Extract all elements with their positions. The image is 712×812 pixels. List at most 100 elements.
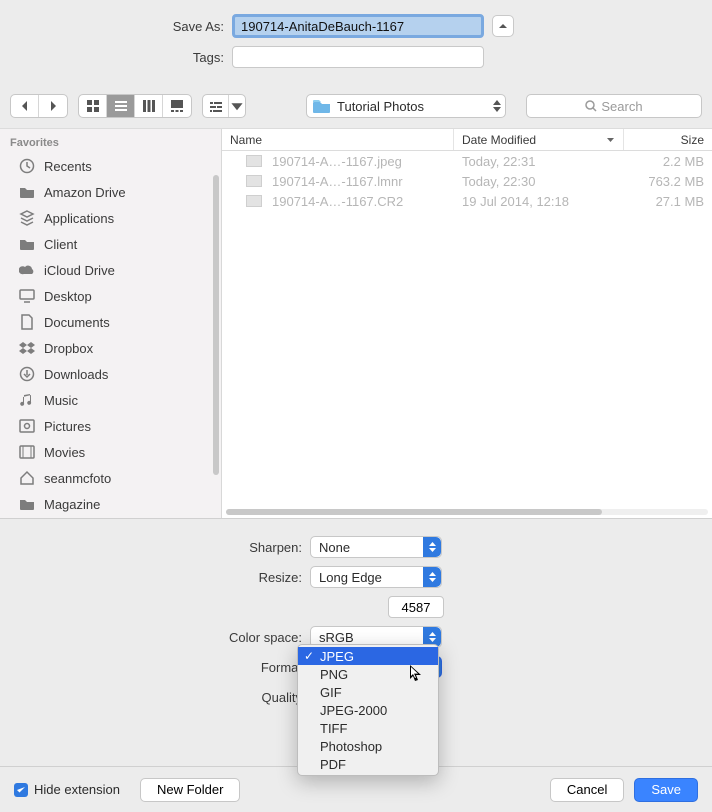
sidebar-item-movies[interactable]: Movies bbox=[0, 439, 221, 465]
pictures-icon bbox=[18, 418, 36, 434]
file-row[interactable]: 190714-A…-1167.lmnr Today, 22:30763.2 MB bbox=[222, 171, 712, 191]
down-icon bbox=[493, 106, 501, 112]
sidebar-header: Favorites bbox=[0, 129, 221, 153]
clock-icon bbox=[18, 158, 36, 174]
resize-select[interactable]: Long Edge bbox=[310, 566, 442, 588]
hide-extension-checkbox[interactable]: Hide extension bbox=[14, 782, 120, 797]
cursor-icon bbox=[410, 665, 424, 686]
sidebar-scrollbar[interactable] bbox=[213, 175, 219, 475]
sidebar-item-label: Amazon Drive bbox=[44, 185, 126, 200]
chevron-right-icon bbox=[46, 99, 60, 113]
home-icon bbox=[18, 470, 36, 486]
folder-icon bbox=[18, 236, 36, 252]
tags-input[interactable] bbox=[232, 46, 484, 68]
sidebar-item-client[interactable]: Client bbox=[0, 231, 221, 257]
saveas-input[interactable] bbox=[232, 14, 484, 38]
sidebar-item-documents[interactable]: Documents bbox=[0, 309, 221, 335]
settings-icon bbox=[209, 99, 223, 113]
file-name: 190714-A…-1167.lmnr bbox=[272, 174, 403, 189]
sidebar-item-dropbox[interactable]: Dropbox bbox=[0, 335, 221, 361]
format-option-pdf[interactable]: PDF bbox=[298, 755, 438, 773]
quality-label: Quality bbox=[10, 690, 310, 705]
desktop-icon bbox=[18, 288, 36, 304]
music-icon bbox=[18, 392, 36, 408]
check-icon bbox=[16, 785, 26, 795]
view-columns-button[interactable] bbox=[135, 95, 163, 117]
forward-button[interactable] bbox=[39, 95, 67, 117]
doc-icon bbox=[18, 314, 36, 330]
file-list-header: Name Date Modified Size bbox=[222, 129, 712, 151]
format-option-jpeg-2000[interactable]: JPEG-2000 bbox=[298, 701, 438, 719]
format-option-tiff[interactable]: TIFF bbox=[298, 719, 438, 737]
sidebar-item-applications[interactable]: Applications bbox=[0, 205, 221, 231]
sidebar-item-label: Desktop bbox=[44, 289, 92, 304]
sharpen-label: Sharpen: bbox=[10, 540, 310, 555]
view-gallery-button[interactable] bbox=[163, 95, 191, 117]
cancel-button[interactable]: Cancel bbox=[550, 778, 624, 802]
cloud-icon bbox=[18, 262, 36, 278]
sidebar-item-label: Movies bbox=[44, 445, 85, 460]
list-icon bbox=[114, 99, 128, 113]
chevron-down-icon bbox=[230, 99, 244, 113]
sharpen-select[interactable]: None bbox=[310, 536, 442, 558]
file-date: Today, 22:30 bbox=[454, 174, 624, 189]
folder-icon bbox=[18, 184, 36, 200]
file-size: 763.2 MB bbox=[624, 174, 712, 189]
col-date[interactable]: Date Modified bbox=[454, 129, 624, 150]
resize-number-input[interactable] bbox=[388, 596, 444, 618]
arrange-menu[interactable] bbox=[229, 95, 245, 117]
file-size: 27.1 MB bbox=[624, 194, 712, 209]
sidebar-item-label: seanmcfoto bbox=[44, 471, 111, 486]
search-placeholder: Search bbox=[601, 99, 642, 114]
sidebar-item-label: iCloud Drive bbox=[44, 263, 115, 278]
sidebar-item-label: Client bbox=[44, 237, 77, 252]
downloads-icon bbox=[18, 366, 36, 382]
new-folder-button[interactable]: New Folder bbox=[140, 778, 240, 802]
sidebar-item-icloud-drive[interactable]: iCloud Drive bbox=[0, 257, 221, 283]
col-name[interactable]: Name bbox=[222, 129, 454, 150]
sidebar-item-seanmcfoto[interactable]: seanmcfoto bbox=[0, 465, 221, 491]
folder-icon bbox=[313, 99, 331, 113]
file-date: 19 Jul 2014, 12:18 bbox=[454, 194, 624, 209]
colorspace-label: Color space: bbox=[10, 630, 310, 645]
sidebar-item-label: Documents bbox=[44, 315, 110, 330]
collapse-button[interactable] bbox=[492, 15, 514, 37]
arrange-button[interactable] bbox=[203, 95, 229, 117]
sidebar-item-label: Music bbox=[44, 393, 78, 408]
folder-select[interactable]: Tutorial Photos bbox=[306, 94, 506, 118]
sidebar-item-label: Downloads bbox=[44, 367, 108, 382]
format-option-jpeg[interactable]: JPEG bbox=[298, 647, 438, 665]
view-list-button[interactable] bbox=[107, 95, 135, 117]
file-name: 190714-A…-1167.jpeg bbox=[272, 154, 402, 169]
sidebar-item-music[interactable]: Music bbox=[0, 387, 221, 413]
file-list: Name Date Modified Size 190714-A…-1167.j… bbox=[222, 129, 712, 518]
file-icon bbox=[246, 155, 262, 167]
arrange-group[interactable] bbox=[202, 94, 246, 118]
search-input[interactable]: Search bbox=[526, 94, 702, 118]
grid-icon bbox=[86, 99, 100, 113]
view-group bbox=[78, 94, 192, 118]
chevron-up-icon bbox=[498, 21, 508, 31]
sidebar-item-desktop[interactable]: Desktop bbox=[0, 283, 221, 309]
sidebar-item-label: Dropbox bbox=[44, 341, 93, 356]
sidebar-item-pictures[interactable]: Pictures bbox=[0, 413, 221, 439]
save-button[interactable]: Save bbox=[634, 778, 698, 802]
view-icons-button[interactable] bbox=[79, 95, 107, 117]
sidebar: Favorites Recents Amazon Drive Application… bbox=[0, 129, 222, 518]
col-size[interactable]: Size bbox=[624, 129, 712, 150]
sidebar-item-magazine[interactable]: Magazine bbox=[0, 491, 221, 517]
file-icon bbox=[246, 195, 262, 207]
sidebar-item-recents[interactable]: Recents bbox=[0, 153, 221, 179]
file-name: 190714-A…-1167.CR2 bbox=[272, 194, 403, 209]
format-option-photoshop[interactable]: Photoshop bbox=[298, 737, 438, 755]
dropbox-icon bbox=[18, 340, 36, 356]
file-date: Today, 22:31 bbox=[454, 154, 624, 169]
file-size: 2.2 MB bbox=[624, 154, 712, 169]
file-row[interactable]: 190714-A…-1167.jpeg Today, 22:312.2 MB bbox=[222, 151, 712, 171]
back-button[interactable] bbox=[11, 95, 39, 117]
file-icon bbox=[246, 175, 262, 187]
file-row[interactable]: 190714-A…-1167.CR2 19 Jul 2014, 12:1827.1… bbox=[222, 191, 712, 211]
h-scrollbar[interactable] bbox=[222, 506, 712, 518]
sidebar-item-downloads[interactable]: Downloads bbox=[0, 361, 221, 387]
sidebar-item-amazon-drive[interactable]: Amazon Drive bbox=[0, 179, 221, 205]
